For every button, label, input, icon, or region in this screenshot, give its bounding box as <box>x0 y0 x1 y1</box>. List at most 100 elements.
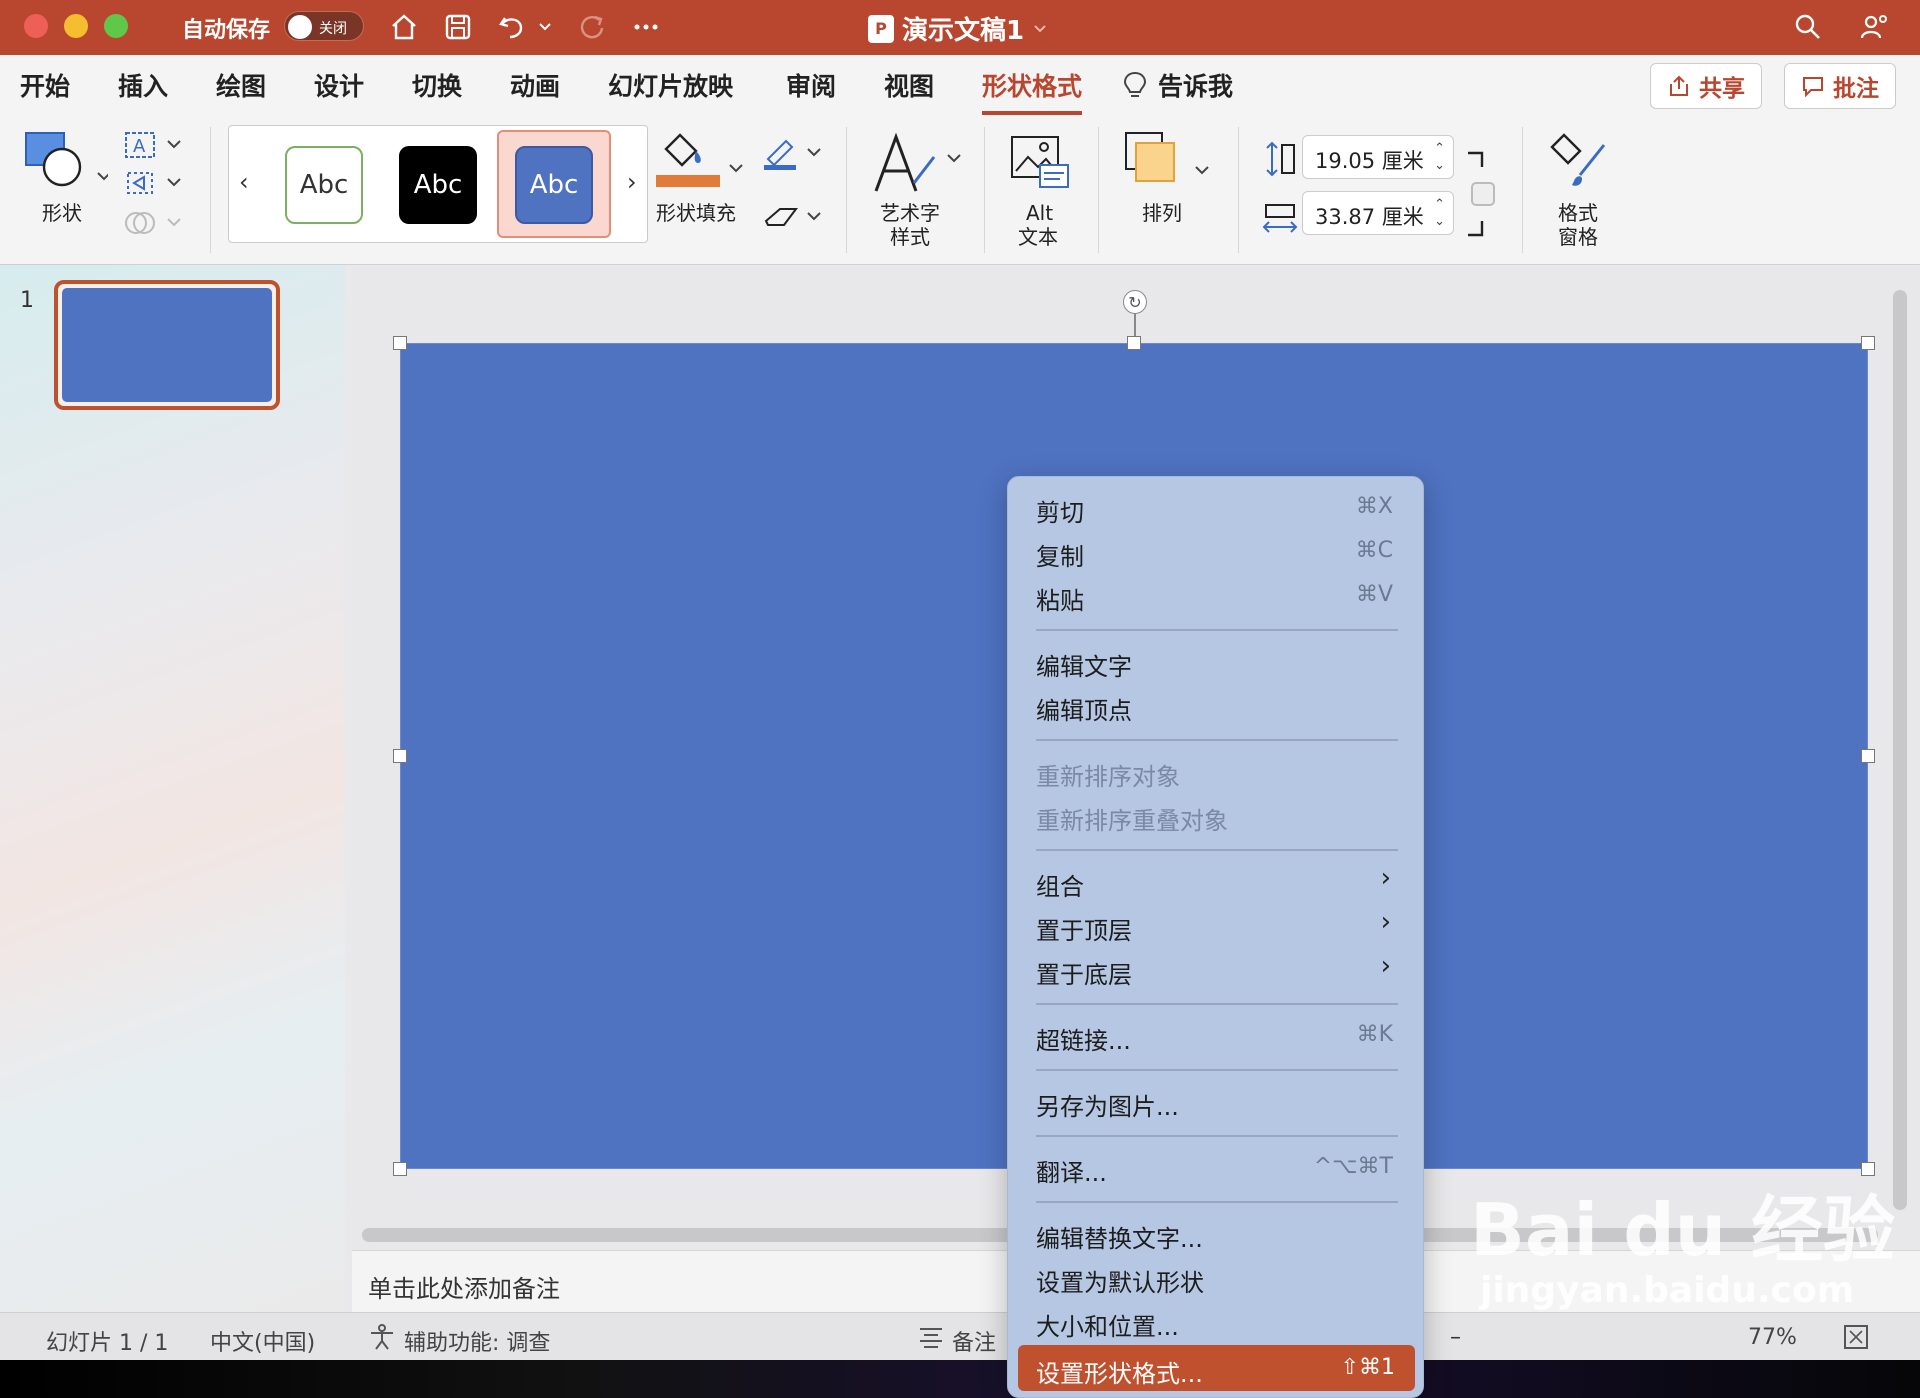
slide-thumbnail[interactable] <box>54 280 280 410</box>
desktop-background <box>0 1360 1920 1398</box>
tab-slide-show[interactable]: 幻灯片放映 <box>608 67 733 103</box>
chevron-down-icon <box>1034 24 1046 32</box>
share-label: 共享 <box>1699 76 1745 102</box>
wordart-styles-icon[interactable] <box>870 131 962 201</box>
height-stepper[interactable]: ⌃ ⌄ <box>1434 140 1445 174</box>
gallery-prev-icon[interactable]: ‹ <box>239 168 249 196</box>
menu-item-save-as-picture[interactable]: 另存为图片... <box>1036 1087 1179 1122</box>
tab-draw[interactable]: 绘图 <box>216 67 266 103</box>
tab-view[interactable]: 视图 <box>884 67 934 103</box>
redo-icon[interactable] <box>574 9 610 45</box>
notes-toggle[interactable]: 备注 <box>952 1325 996 1357</box>
gallery-next-icon[interactable]: › <box>627 168 637 196</box>
style-sample-blue[interactable]: Abc <box>515 146 593 224</box>
powerpoint-icon: P <box>868 14 894 43</box>
height-input[interactable]: 19.05 厘米 ⌃ ⌄ <box>1302 135 1454 179</box>
autosave-label: 自动保存 <box>182 18 271 43</box>
minimize-window-button[interactable] <box>64 14 88 38</box>
style-sample-outline[interactable]: Abc <box>285 146 363 224</box>
fit-to-window-icon[interactable] <box>1842 1323 1870 1355</box>
menu-item-send-to-back[interactable]: 置于底层 <box>1036 955 1132 990</box>
resize-handle-ne[interactable] <box>1861 336 1875 350</box>
comment-label: 批注 <box>1833 76 1879 102</box>
width-stepper[interactable]: ⌃ ⌄ <box>1434 196 1445 230</box>
lock-aspect-ratio-icon[interactable] <box>1464 149 1496 245</box>
style-sample-dark[interactable]: Abc <box>399 146 477 224</box>
ribbon-divider <box>1522 127 1523 253</box>
tab-animations[interactable]: 动画 <box>510 67 560 103</box>
shapes-icon[interactable] <box>24 131 111 197</box>
rotate-handle-icon[interactable]: ↻ <box>1123 290 1147 314</box>
tell-me-label: 告诉我 <box>1158 72 1234 101</box>
menu-item-set-default-shape[interactable]: 设置为默认形状 <box>1036 1263 1204 1298</box>
menu-item-reorder-objects: 重新排序对象 <box>1036 763 1180 791</box>
submenu-chevron-icon: › <box>1380 951 1391 981</box>
tab-design[interactable]: 设计 <box>314 67 364 103</box>
account-icon[interactable] <box>1856 9 1892 45</box>
zoom-level[interactable]: 77% <box>1748 1325 1797 1350</box>
language-indicator[interactable]: 中文(中国) <box>210 1325 315 1357</box>
menu-item-group[interactable]: 组合 <box>1036 867 1084 902</box>
undo-icon[interactable] <box>494 9 530 45</box>
wordart-label-1: 艺术字 <box>880 201 940 225</box>
slide-number: 1 <box>20 288 34 313</box>
tab-home[interactable]: 开始 <box>20 67 70 103</box>
menu-item-size-and-position[interactable]: 大小和位置... <box>1036 1307 1179 1342</box>
tell-me[interactable]: 告诉我 <box>1122 67 1233 103</box>
resize-handle-n[interactable] <box>1127 336 1141 350</box>
edit-shape-icon[interactable] <box>124 169 184 201</box>
comment-button[interactable]: 批注 <box>1784 63 1896 109</box>
menu-separator <box>1036 629 1398 631</box>
menu-item-copy[interactable]: 复制 <box>1036 537 1084 572</box>
shape-effects-icon[interactable] <box>762 201 826 239</box>
resize-handle-w[interactable] <box>393 749 407 763</box>
autosave-state: 关闭 <box>319 21 347 37</box>
menu-item-translate[interactable]: 翻译... <box>1036 1153 1107 1188</box>
resize-handle-sw[interactable] <box>393 1162 407 1176</box>
menu-item-hyperlink[interactable]: 超链接... <box>1036 1021 1131 1056</box>
more-icon[interactable] <box>628 9 664 45</box>
zoom-out-icon[interactable]: – <box>1450 1325 1461 1350</box>
vertical-scrollbar[interactable] <box>1893 290 1907 1210</box>
ribbon-divider <box>1238 127 1239 253</box>
arrange-icon[interactable] <box>1124 131 1214 197</box>
ribbon: 形状 A ‹ Abc Abc Abc › 形状填充 艺术字 样式 Alt 文本 … <box>0 117 1920 265</box>
document-title[interactable]: P 演示文稿1 <box>868 10 1048 47</box>
menu-item-format-shape[interactable]: 设置形状格式... ⇧⌘1 <box>1018 1345 1415 1391</box>
accessibility-status[interactable]: 辅助功能: 调查 <box>404 1325 550 1357</box>
undo-dropdown-icon[interactable] <box>534 9 556 45</box>
tab-review[interactable]: 审阅 <box>786 67 836 103</box>
shape-fill-label: 形状填充 <box>656 201 736 225</box>
menu-item-paste[interactable]: 粘贴 <box>1036 581 1084 616</box>
merge-shapes-icon <box>124 207 184 243</box>
menu-item-edit-points[interactable]: 编辑顶点 <box>1036 691 1132 726</box>
home-icon[interactable] <box>386 9 422 45</box>
width-input[interactable]: 33.87 厘米 ⌃ ⌄ <box>1302 191 1454 235</box>
lightbulb-icon <box>1123 71 1147 97</box>
shape-outline-icon[interactable] <box>762 137 826 175</box>
resize-handle-e[interactable] <box>1861 749 1875 763</box>
shortcut-paste: ⌘V <box>1355 582 1393 607</box>
share-button[interactable]: 共享 <box>1650 63 1762 109</box>
text-box-icon[interactable]: A <box>124 131 184 163</box>
search-icon[interactable] <box>1790 9 1826 45</box>
tab-transitions[interactable]: 切换 <box>412 67 462 103</box>
alt-text-icon[interactable] <box>1010 135 1072 195</box>
maximize-window-button[interactable] <box>104 14 128 38</box>
resize-handle-se[interactable] <box>1861 1162 1875 1176</box>
paint-bucket-icon[interactable] <box>656 129 746 193</box>
menu-item-cut[interactable]: 剪切 <box>1036 493 1084 528</box>
tab-insert[interactable]: 插入 <box>118 67 168 103</box>
save-icon[interactable] <box>440 9 476 45</box>
menu-item-bring-to-front[interactable]: 置于顶层 <box>1036 911 1132 946</box>
format-pane-icon[interactable] <box>1550 131 1614 197</box>
close-window-button[interactable] <box>24 14 48 38</box>
autosave-toggle[interactable]: 关闭 <box>284 11 364 41</box>
menu-item-edit-alt-text[interactable]: 编辑替换文字... <box>1036 1219 1203 1254</box>
resize-handle-nw[interactable] <box>393 336 407 350</box>
menu-item-edit-text[interactable]: 编辑文字 <box>1036 647 1132 682</box>
context-menu: 剪切 ⌘X 复制 ⌘C 粘贴 ⌘V 编辑文字 编辑顶点 重新排序对象 重新排序重… <box>1007 476 1424 1398</box>
comment-icon <box>1803 77 1823 98</box>
tab-shape-format[interactable]: 形状格式 <box>982 67 1083 115</box>
shortcut-cut: ⌘X <box>1355 494 1393 519</box>
